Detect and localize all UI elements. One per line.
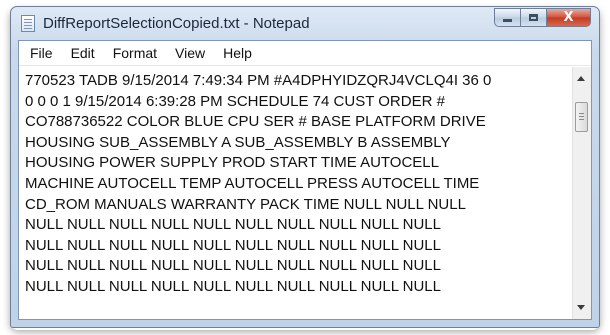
menu-file[interactable]: File	[23, 42, 60, 64]
client-area: File Edit Format View Help 770523 TADB 9…	[18, 40, 592, 320]
text-line: NULL NULL NULL NULL NULL NULL NULL NULL …	[25, 236, 441, 254]
notepad-app-icon[interactable]	[21, 15, 35, 32]
maximize-button[interactable]	[521, 8, 547, 27]
close-button[interactable]: X	[547, 8, 591, 27]
minimize-button[interactable]	[494, 8, 521, 27]
menu-view[interactable]: View	[168, 42, 212, 64]
text-line: CO788736522 COLOR BLUE CPU SER # BASE PL…	[25, 113, 486, 131]
text-line: 770523 TADB 9/15/2014 7:49:34 PM #A4DPHY…	[25, 72, 492, 89]
text-line: MACHINE AUTOCELL TEMP AUTOCELL PRESS AUT…	[25, 174, 480, 192]
menu-format[interactable]: Format	[106, 42, 164, 64]
vertical-scrollbar[interactable]	[572, 67, 591, 319]
text-editor[interactable]: 770523 TADB 9/15/2014 7:49:34 PM #A4DPHY…	[19, 67, 573, 319]
caption-buttons: X	[494, 8, 591, 28]
grip-icon	[579, 113, 584, 114]
menu-bar: File Edit Format View Help	[19, 41, 591, 66]
notepad-window: DiffReportSelectionCopied.txt - Notepad …	[10, 6, 600, 328]
text-line: NULL NULL NULL NULL NULL NULL NULL NULL …	[25, 216, 441, 234]
scrollbar-thumb[interactable]	[575, 102, 588, 132]
text-line: 0 0 0 1 9/15/2014 6:39:28 PM SCHEDULE 74…	[25, 92, 445, 110]
maximize-icon	[529, 14, 538, 21]
text-line: NULL NULL NULL NULL NULL NULL NULL NULL …	[25, 277, 441, 295]
scroll-up-arrow-icon[interactable]	[577, 76, 585, 81]
menu-edit[interactable]: Edit	[64, 42, 102, 64]
scroll-down-arrow-icon[interactable]	[577, 305, 585, 310]
menu-help[interactable]: Help	[216, 42, 259, 64]
minimize-icon	[503, 19, 512, 22]
title-bar[interactable]: DiffReportSelectionCopied.txt - Notepad …	[11, 7, 599, 40]
window-title: DiffReportSelectionCopied.txt - Notepad	[43, 15, 310, 32]
close-icon: X	[563, 10, 574, 25]
text-line: HOUSING POWER SUPPLY PROD START TIME AUT…	[25, 154, 439, 172]
text-line: HOUSING SUB_ASSEMBLY A SUB_ASSEMBLY B AS…	[25, 133, 451, 151]
text-line: CD_ROM MANUALS WARRANTY PACK TIME NULL N…	[25, 195, 466, 213]
text-line: NULL NULL NULL NULL NULL NULL NULL NULL …	[25, 257, 441, 275]
